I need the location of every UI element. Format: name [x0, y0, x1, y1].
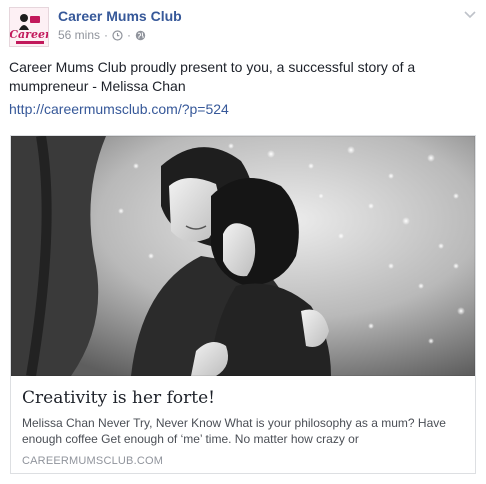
card-domain: CAREERMUMSCLUB.COM	[22, 455, 164, 467]
post-message: Career Mums Club proudly present to you,…	[9, 59, 416, 94]
card-title[interactable]: Creativity is her forte!	[22, 388, 215, 408]
logo-wordmark: Career	[10, 28, 49, 41]
post-url-link[interactable]: http://careermumsclub.com/?p=524	[9, 101, 229, 117]
career-mums-logo: Career	[10, 8, 49, 46]
post-meta: 56 mins · ·	[58, 28, 146, 42]
card-description: Melissa Chan Never Try, Never Know What …	[22, 416, 446, 446]
meta-separator: ·	[104, 28, 109, 42]
post-timestamp[interactable]: 56 mins	[58, 28, 100, 42]
facebook-post: Career Career Mums Club 56 mins · · Care	[0, 0, 486, 484]
mother-daughter-photo	[11, 136, 475, 376]
clock-icon	[112, 29, 123, 41]
meta-separator: ·	[127, 28, 132, 42]
link-preview-card[interactable]: Creativity is her forte! Melissa Chan Ne…	[10, 135, 476, 474]
page-avatar[interactable]: Career	[9, 7, 49, 47]
page-name-link[interactable]: Career Mums Club	[58, 8, 182, 24]
globe-icon[interactable]	[135, 30, 146, 41]
chevron-down-icon[interactable]	[462, 6, 478, 22]
card-image[interactable]	[11, 136, 475, 376]
